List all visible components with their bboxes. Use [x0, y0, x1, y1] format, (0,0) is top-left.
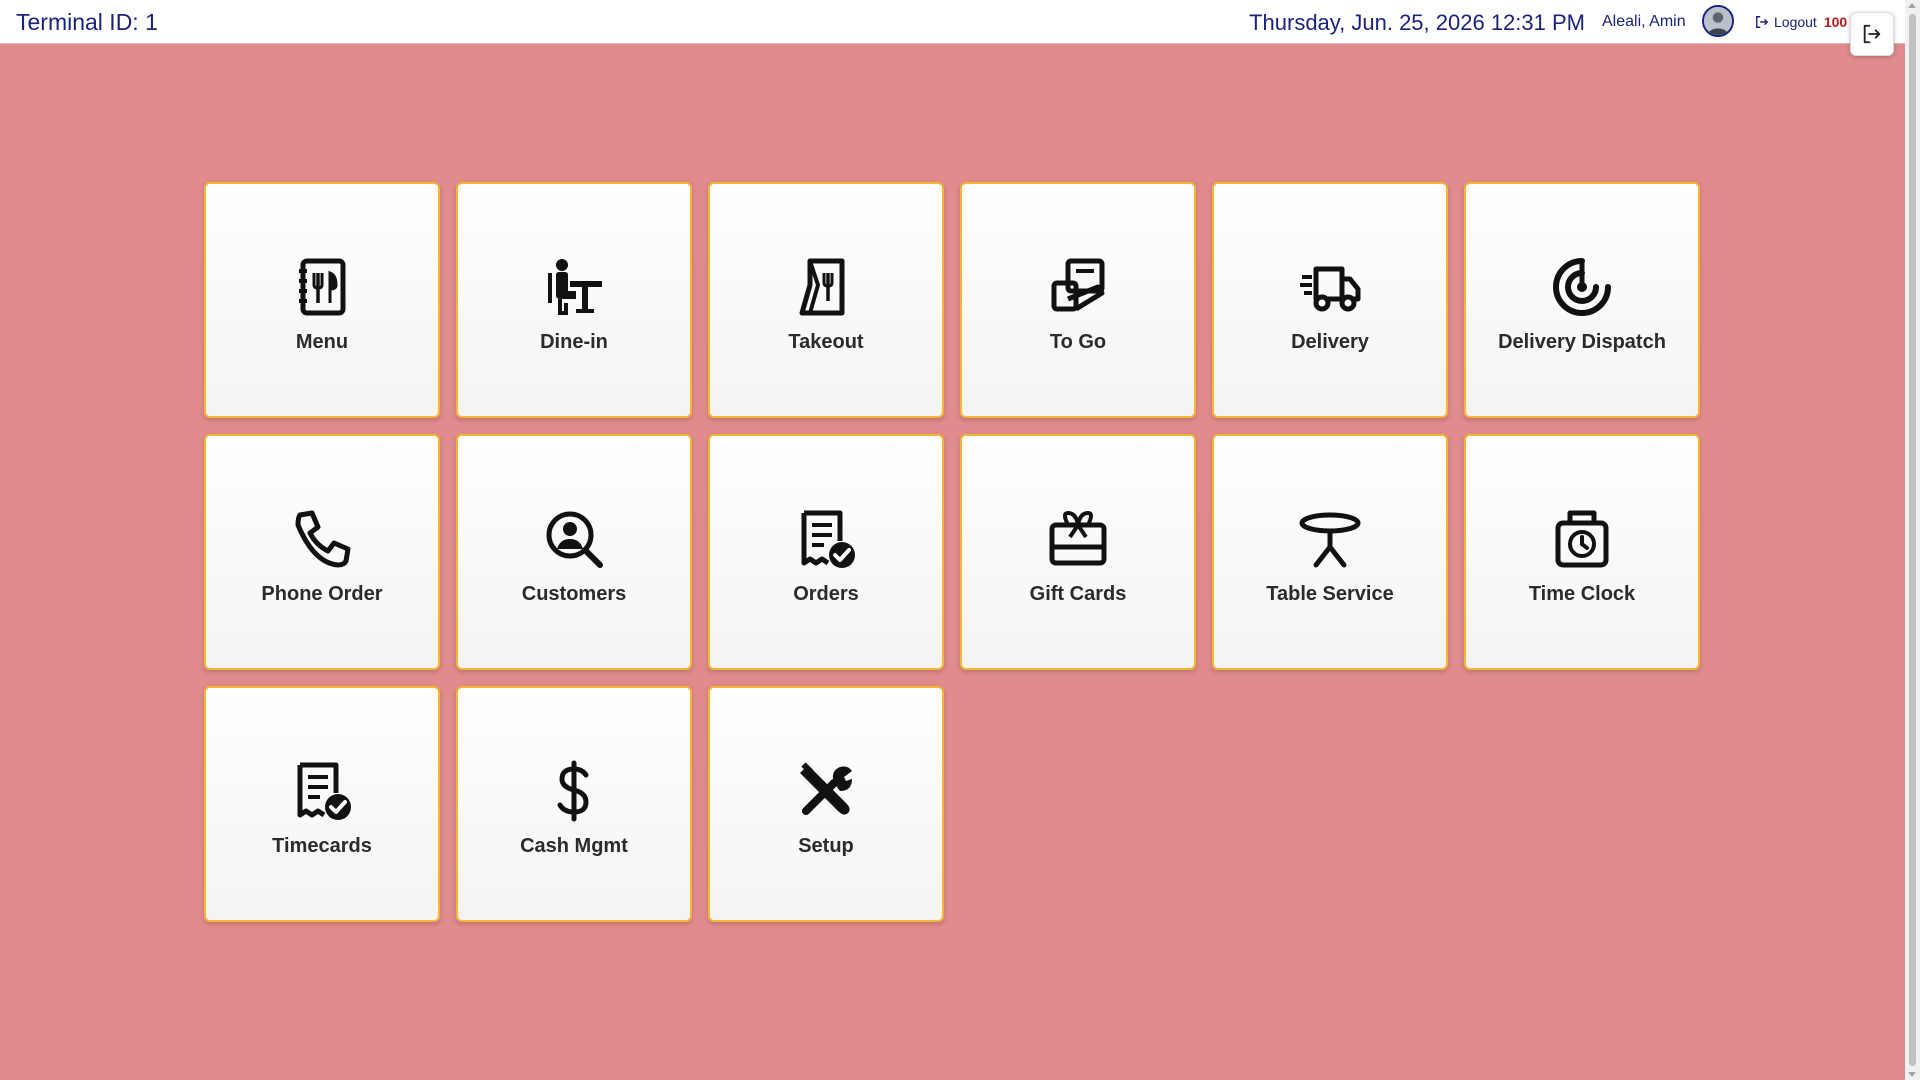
phone-icon	[290, 507, 354, 571]
orders-receipt-icon	[794, 507, 858, 571]
tile-customers[interactable]: Customers	[456, 434, 692, 670]
main-menu-grid: Menu Dine-in Takeout To Go Delivery Deli…	[204, 182, 1700, 922]
top-bar: Terminal ID: 1 Thursday, Jun. 25, 2026 1…	[0, 0, 1905, 44]
page-scrollbar[interactable]	[1905, 0, 1920, 1080]
user-name: Aleali, Amin	[1602, 13, 1686, 30]
takeout-bag-icon	[794, 255, 858, 319]
gift-card-icon	[1046, 507, 1110, 571]
logout-code: 100	[1823, 14, 1848, 30]
logout-label: Logout	[1774, 14, 1817, 30]
table-icon	[1298, 507, 1362, 571]
dispatch-radar-icon	[1550, 255, 1614, 319]
tile-orders[interactable]: Orders	[708, 434, 944, 670]
scroll-up-arrow-icon[interactable]	[1908, 3, 1916, 8]
tile-setup[interactable]: Setup	[708, 686, 944, 922]
tile-label: Cash Mgmt	[520, 834, 628, 857]
tile-table-service[interactable]: Table Service	[1212, 434, 1448, 670]
tile-delivery-dispatch[interactable]: Delivery Dispatch	[1464, 182, 1700, 418]
avatar[interactable]	[1702, 5, 1734, 37]
delivery-truck-icon	[1298, 255, 1362, 319]
tile-menu[interactable]: Menu	[204, 182, 440, 418]
dine-in-icon	[542, 255, 606, 319]
timecards-icon	[290, 759, 354, 823]
tile-label: Customers	[521, 582, 627, 605]
scroll-down-arrow-icon[interactable]	[1908, 1072, 1916, 1077]
tile-timecards[interactable]: Timecards	[204, 686, 440, 922]
tile-label: Time Clock	[1528, 582, 1636, 605]
tile-label: Phone Order	[261, 582, 383, 605]
menu-book-icon	[290, 255, 354, 319]
logout-small-icon	[1756, 16, 1769, 28]
current-datetime: Thursday, Jun. 25, 2026 12:31 PM	[1249, 10, 1585, 35]
tile-time-clock[interactable]: Time Clock	[1464, 434, 1700, 670]
tile-cash-mgmt[interactable]: Cash Mgmt	[456, 686, 692, 922]
tile-takeout[interactable]: Takeout	[708, 182, 944, 418]
tools-icon	[794, 759, 858, 823]
tile-label: Dine-in	[540, 330, 608, 353]
to-go-icon	[1046, 255, 1110, 319]
tile-to-go[interactable]: To Go	[960, 182, 1196, 418]
tile-label: Takeout	[788, 330, 864, 353]
scrollbar-thumb[interactable]	[1909, 14, 1916, 1066]
time-clock-icon	[1550, 507, 1614, 571]
tile-phone-order[interactable]: Phone Order	[204, 434, 440, 670]
tile-gift-cards[interactable]: Gift Cards	[960, 434, 1196, 670]
tile-label: Timecards	[272, 834, 372, 857]
tile-label: Orders	[793, 582, 859, 605]
terminal-id: Terminal ID: 1	[16, 9, 158, 35]
tile-label: To Go	[1049, 330, 1107, 353]
logout-icon	[1863, 24, 1881, 44]
tile-label: Table Service	[1266, 582, 1394, 605]
tile-label: Delivery	[1291, 330, 1369, 353]
tile-dine-in[interactable]: Dine-in	[456, 182, 692, 418]
tile-label: Menu	[295, 330, 349, 353]
tile-delivery[interactable]: Delivery	[1212, 182, 1448, 418]
tile-label: Setup	[798, 834, 854, 857]
tile-label: Gift Cards	[1029, 582, 1127, 605]
user-avatar-icon	[1704, 7, 1732, 35]
logout-link[interactable]: Logout 100	[1755, 14, 1847, 30]
customer-search-icon	[542, 507, 606, 571]
logout-button[interactable]	[1850, 12, 1894, 56]
dollar-icon	[542, 759, 606, 823]
tile-label: Delivery Dispatch	[1498, 330, 1666, 353]
